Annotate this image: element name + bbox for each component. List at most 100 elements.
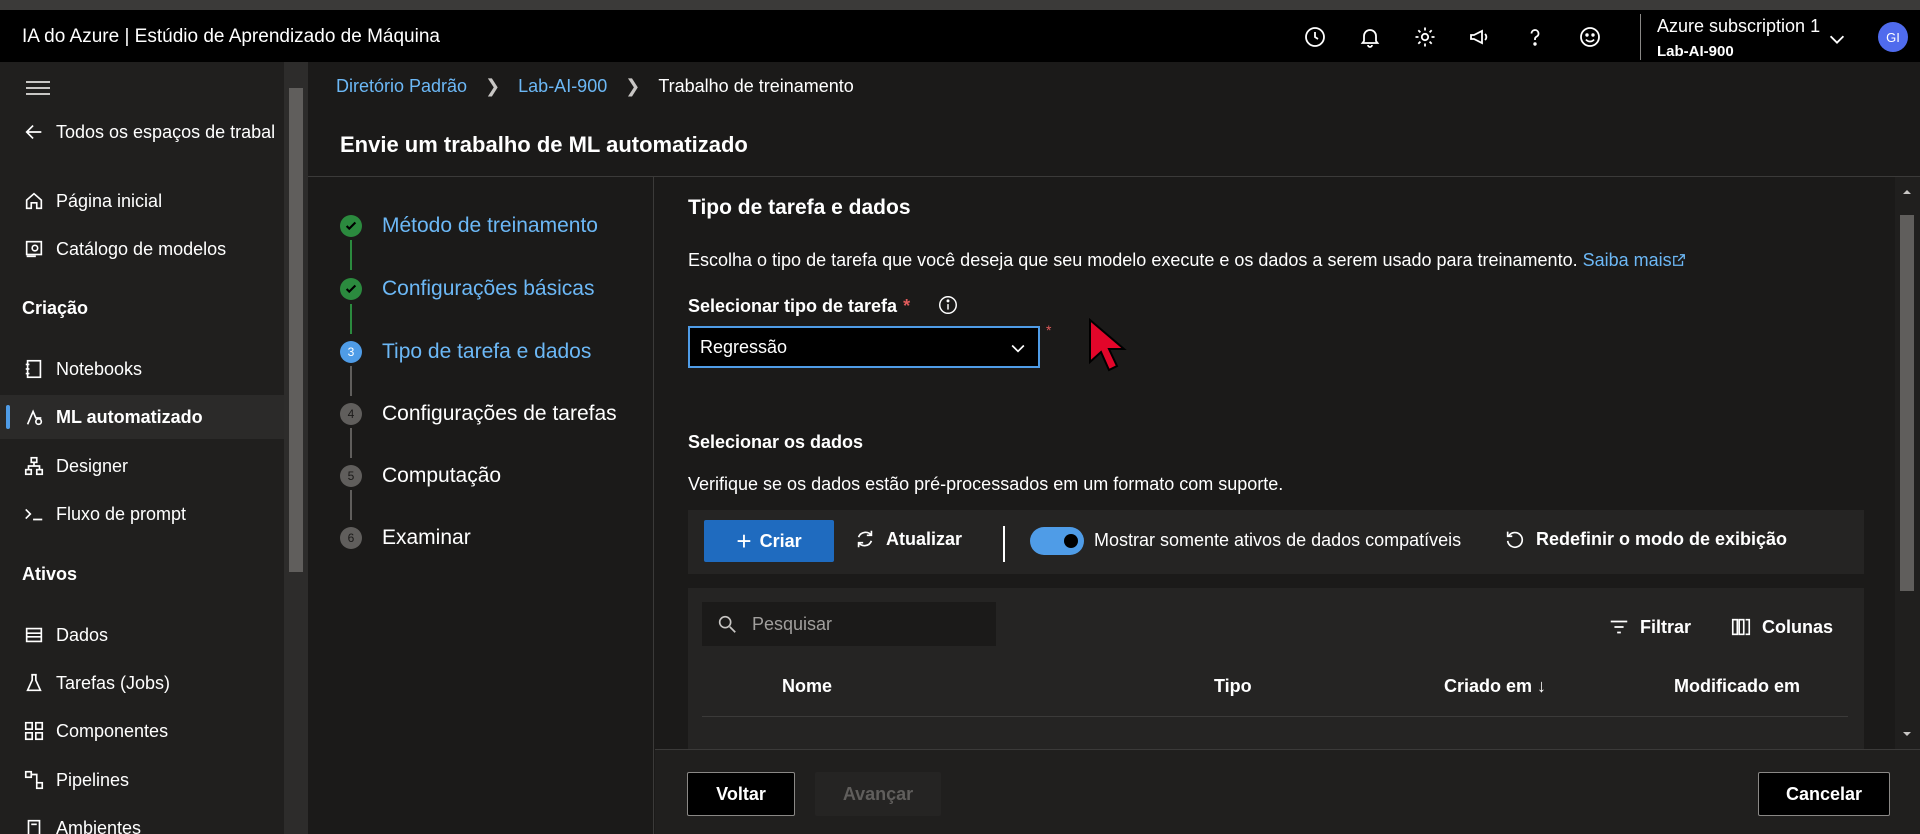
filter-button[interactable]: Filtrar: [1608, 616, 1691, 638]
sidebar-item-label: Dados: [56, 624, 109, 645]
search-input[interactable]: Pesquisar: [702, 602, 996, 646]
step-label: Examinar: [382, 526, 471, 549]
table-header-divider: [702, 716, 1848, 717]
required-asterisk: *: [903, 296, 911, 316]
step-number: 5: [340, 465, 362, 487]
sidebar-item-data[interactable]: Dados: [0, 613, 284, 657]
step-review[interactable]: 6 Examinar: [340, 526, 471, 550]
content-scrollbar-thumb[interactable]: [1900, 215, 1914, 591]
megaphone-icon[interactable]: [1467, 24, 1493, 50]
nav-scrollbar-thumb[interactable]: [289, 88, 303, 572]
step-label: Computação: [382, 464, 502, 487]
components-icon: [22, 719, 46, 743]
select-data-title: Selecionar os dados: [688, 432, 864, 452]
step-task-type[interactable]: 3 Tipo de tarefa e dados: [340, 340, 591, 364]
sidebar-item-notebooks[interactable]: Notebooks: [0, 347, 284, 391]
bell-icon[interactable]: [1357, 24, 1383, 50]
step-task-settings[interactable]: 4 Configurações de tarefas: [340, 402, 617, 426]
sidebar-item-prompt-flow[interactable]: Fluxo de prompt: [0, 492, 284, 536]
sidebar-item-label: Designer: [56, 455, 129, 476]
column-header-modified[interactable]: Modificado em: [1674, 676, 1800, 697]
task-type-label-text: Selecionar tipo de tarefa: [688, 296, 898, 316]
description-text: Escolha o tipo de tarefa que você deseja…: [688, 250, 1578, 270]
create-button[interactable]: + Criar: [704, 520, 834, 562]
back-button[interactable]: Voltar: [687, 772, 795, 816]
check-icon: [340, 215, 362, 237]
catalog-icon: [22, 237, 46, 261]
content-scrollbar[interactable]: [1895, 177, 1920, 749]
step-connector: [350, 490, 352, 520]
sidebar-item-designer[interactable]: Designer: [0, 444, 284, 488]
sidebar-item-home[interactable]: Página inicial: [0, 179, 284, 223]
back-label: Todos os espaços de trabal: [56, 121, 276, 142]
sidebar-item-components[interactable]: Componentes: [0, 709, 284, 753]
reset-view-label: Redefinir o modo de exibição: [1536, 528, 1788, 549]
step-connector: [350, 366, 352, 396]
external-link-icon: [1672, 254, 1685, 266]
column-header-type[interactable]: Tipo: [1214, 676, 1252, 697]
sidebar-item-jobs[interactable]: Tarefas (Jobs): [0, 661, 284, 705]
step-label: Configurações de tarefas: [382, 402, 617, 425]
sidebar-item-label: Tarefas (Jobs): [56, 672, 171, 693]
step-number: 4: [340, 403, 362, 425]
search-placeholder: Pesquisar: [752, 613, 833, 634]
learn-more-link[interactable]: Saiba mais: [1583, 250, 1686, 270]
workspace-name: Lab-AI-900: [1657, 43, 1734, 60]
step-basic-settings[interactable]: Configurações básicas: [340, 277, 594, 301]
search-icon: [718, 615, 736, 633]
hamburger-icon[interactable]: [26, 80, 50, 96]
environments-icon: [22, 816, 46, 834]
subscription-selector[interactable]: Azure subscription 1 Lab-AI-900: [1640, 14, 1820, 60]
window-strip: [0, 0, 1920, 10]
filter-label: Filtrar: [1640, 616, 1692, 637]
refresh-label: Atualizar: [886, 528, 963, 549]
column-header-name[interactable]: Nome: [782, 676, 832, 697]
page-title: Envie um trabalho de ML automatizado: [340, 132, 748, 157]
smiley-icon[interactable]: [1577, 24, 1603, 50]
step-training-method[interactable]: Método de treinamento: [340, 214, 598, 238]
info-icon[interactable]: [937, 294, 959, 316]
sidebar-item-environments[interactable]: Ambientes: [0, 806, 284, 834]
help-icon[interactable]: [1522, 24, 1548, 50]
section-description: Escolha o tipo de tarefa que você deseja…: [688, 250, 1686, 271]
gear-icon[interactable]: [1412, 24, 1438, 50]
sidebar-item-pipelines[interactable]: Pipelines: [0, 758, 284, 802]
plus-icon: +: [736, 525, 752, 556]
scroll-up-icon[interactable]: [1902, 187, 1912, 197]
nav-scrollbar[interactable]: [284, 62, 308, 834]
breadcrumb-workspace[interactable]: Lab-AI-900: [518, 76, 607, 97]
arrow-left-icon: [22, 120, 46, 144]
automl-icon: [22, 405, 46, 429]
pipelines-icon: [22, 768, 46, 792]
breadcrumb-current: Trabalho de treinamento: [658, 76, 854, 96]
columns-button[interactable]: Colunas: [1730, 616, 1833, 638]
sidebar-item-automl[interactable]: ML automatizado: [0, 395, 284, 439]
sidebar-item-model-catalog[interactable]: Catálogo de modelos: [0, 227, 284, 271]
scroll-down-icon[interactable]: [1902, 729, 1912, 739]
columns-icon: [1731, 618, 1751, 636]
task-type-dropdown[interactable]: Regressão: [688, 326, 1040, 368]
reset-view-button[interactable]: Redefinir o modo de exibição: [1504, 528, 1787, 550]
cancel-button[interactable]: Cancelar: [1758, 772, 1890, 816]
step-compute[interactable]: 5 Computação: [340, 464, 501, 488]
flask-icon: [22, 671, 46, 695]
avatar[interactable]: GI: [1878, 22, 1908, 52]
refresh-icon: [857, 530, 873, 548]
app-title[interactable]: IA do Azure | Estúdio de Aprendizado de …: [22, 26, 440, 48]
chevron-right-icon: ❯: [485, 76, 501, 96]
step-connector: [350, 240, 352, 270]
next-button[interactable]: Avançar: [815, 772, 941, 816]
clock-icon[interactable]: [1302, 24, 1328, 50]
data-icon: [22, 623, 46, 647]
refresh-button[interactable]: Atualizar: [854, 528, 962, 550]
designer-icon: [22, 454, 46, 478]
toggle-label: Mostrar somente ativos de dados compatív…: [1094, 530, 1462, 550]
chevron-down-icon[interactable]: [1826, 28, 1848, 50]
reset-icon: [1506, 531, 1524, 549]
breadcrumb-directory[interactable]: Diretório Padrão: [336, 76, 467, 97]
sidebar-item-label: Página inicial: [56, 190, 163, 211]
column-header-created[interactable]: Criado em ↓: [1444, 676, 1546, 697]
compatible-assets-toggle[interactable]: [1030, 527, 1084, 555]
back-to-workspaces[interactable]: Todos os espaços de trabal: [0, 110, 284, 154]
breadcrumb: Diretório Padrão ❯ Lab-AI-900 ❯ Trabalho…: [336, 76, 854, 97]
